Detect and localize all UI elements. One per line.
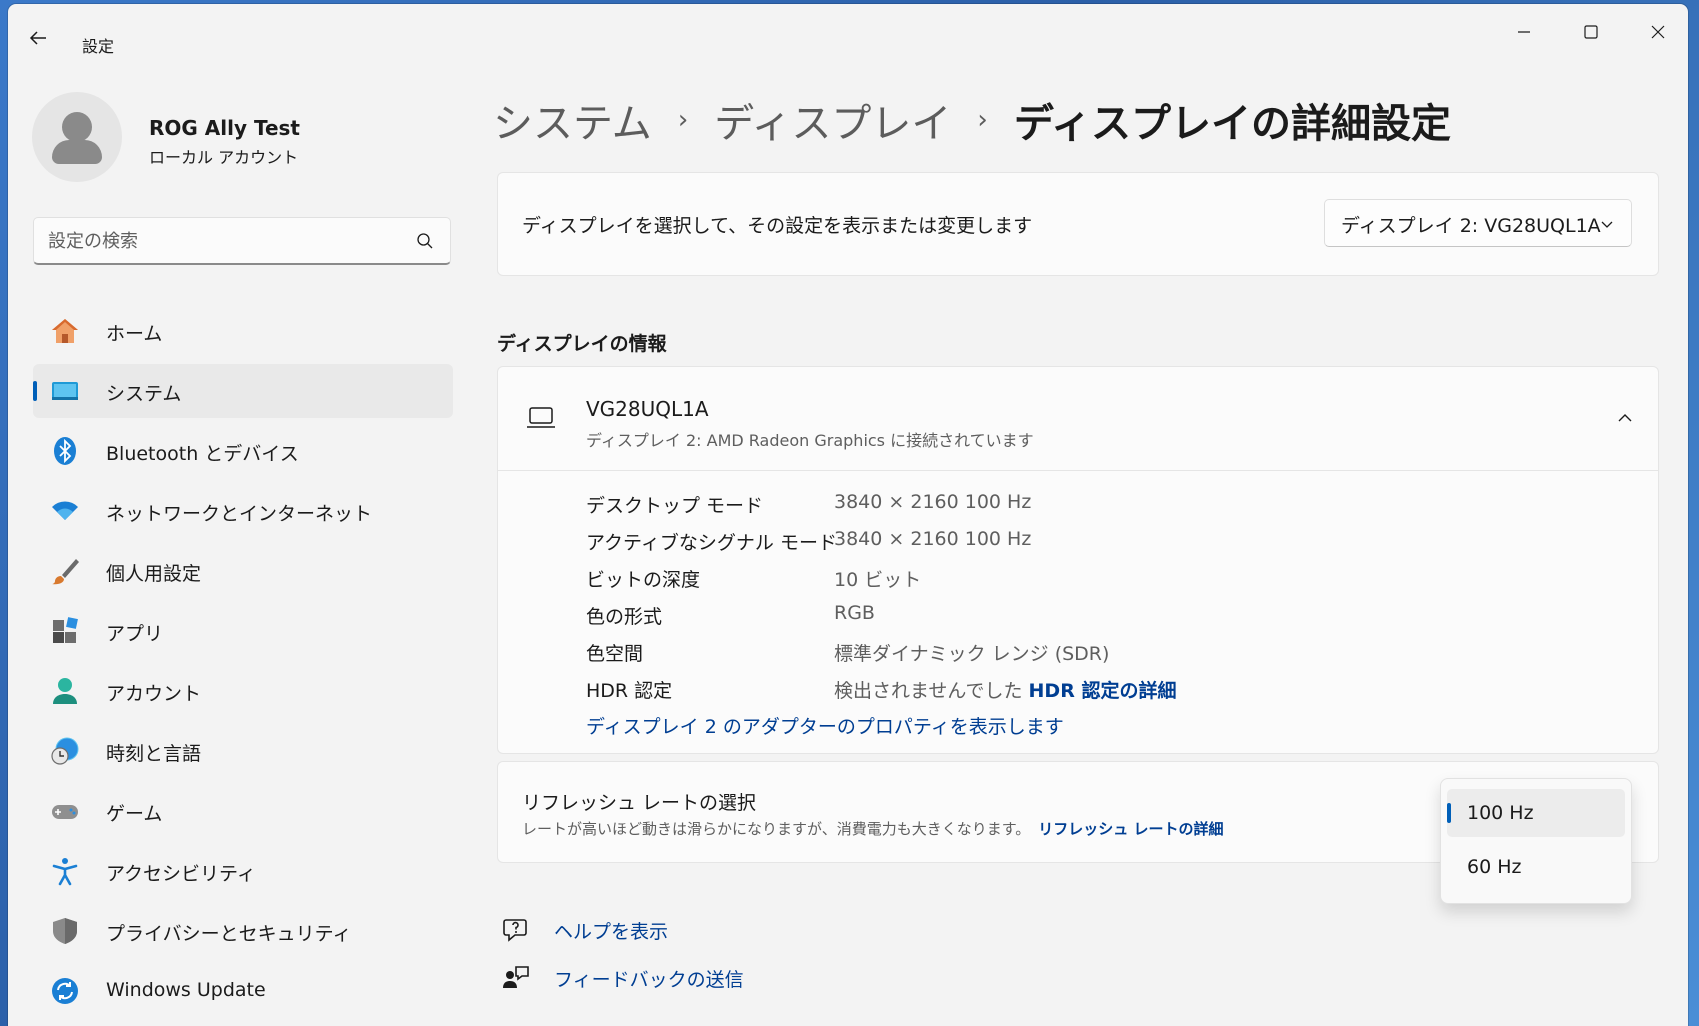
display-info-heading: ディスプレイの情報	[497, 333, 667, 355]
sidebar-item-privacy[interactable]: プライバシーとセキュリティ	[33, 904, 453, 958]
sidebar-item-gaming[interactable]: ゲーム	[33, 784, 453, 838]
search-box	[33, 217, 451, 265]
profile[interactable]: ROG Ally Test ローカル アカウント	[32, 92, 432, 182]
page-title: ディスプレイの詳細設定	[1013, 101, 1452, 147]
sidebar-item-windows-update[interactable]: Windows Update	[33, 964, 453, 1018]
refresh-rate-details-link[interactable]: リフレッシュ レートの詳細	[1038, 820, 1223, 838]
shield-icon	[53, 918, 77, 944]
sidebar-item-home[interactable]: ホーム	[33, 304, 453, 358]
avatar-body	[52, 140, 102, 164]
back-button[interactable]	[28, 28, 56, 56]
chevron-down-icon	[1601, 221, 1613, 228]
breadcrumb-display[interactable]: ディスプレイ	[714, 91, 951, 149]
sidebar-item-accessibility[interactable]: アクセシビリティ	[33, 844, 453, 898]
sidebar-item-apps[interactable]: アプリ	[33, 604, 453, 658]
home-icon	[52, 319, 78, 343]
monitor-name: VG28UQL1A	[586, 397, 709, 421]
app-title: 設定	[82, 37, 115, 56]
brush-icon	[52, 559, 79, 585]
chevron-right-icon: ›	[677, 105, 689, 135]
chevron-right-icon: ›	[977, 105, 988, 135]
refresh-option-100hz[interactable]: 100 Hz	[1447, 789, 1625, 837]
wifi-icon	[52, 501, 78, 520]
gamepad-icon	[52, 805, 78, 819]
laptop-icon	[527, 407, 555, 428]
settings-window: 設定 ROG Ally Test ローカル アカウント ホーム システム	[8, 4, 1688, 1026]
refresh-rate-description: レートが高いほど動きは滑らかになりますが、消費電力も大きくなります。	[522, 820, 1031, 838]
help-icon	[503, 919, 527, 942]
search-icon[interactable]	[416, 232, 434, 250]
profile-name: ROG Ally Test	[149, 116, 300, 140]
account-icon	[53, 678, 77, 704]
profile-account-type: ローカル アカウント	[149, 148, 299, 167]
help-link[interactable]: ヘルプを表示	[554, 917, 668, 944]
back-arrow-icon	[29, 31, 46, 45]
accessibility-icon	[52, 858, 78, 886]
refresh-option-60hz[interactable]: 60 Hz	[1447, 843, 1625, 891]
sidebar-item-accounts[interactable]: アカウント	[33, 664, 453, 718]
close-icon	[1651, 25, 1665, 39]
avatar-head	[62, 112, 92, 142]
display-select-label: ディスプレイを選択して、その設定を表示または変更します	[522, 215, 1033, 237]
display-dropdown-value: ディスプレイ 2: VG28UQL1A	[1341, 215, 1601, 237]
minimize-button[interactable]	[1494, 14, 1554, 50]
chevron-up-icon[interactable]	[1616, 409, 1634, 427]
display-info-header[interactable]: VG28UQL1A ディスプレイ 2: AMD Radeon Graphics …	[498, 367, 1658, 471]
sidebar-item-network[interactable]: ネットワークとインターネット	[33, 484, 453, 538]
breadcrumb-system[interactable]: システム	[493, 91, 652, 149]
monitor-connection: ディスプレイ 2: AMD Radeon Graphics に接続されています	[586, 431, 1034, 450]
update-icon	[52, 978, 78, 1004]
maximize-icon	[1584, 25, 1598, 39]
sidebar-item-system[interactable]: システム	[33, 364, 453, 418]
feedback-link-row[interactable]: フィードバックの送信	[502, 962, 744, 994]
system-icon	[52, 382, 78, 400]
sidebar-item-bluetooth[interactable]: Bluetooth とデバイス	[33, 424, 453, 478]
search-input[interactable]	[48, 226, 408, 256]
sidebar-item-time-language[interactable]: 時刻と言語	[33, 724, 453, 778]
apps-icon	[53, 617, 78, 643]
maximize-button[interactable]	[1561, 14, 1621, 50]
bluetooth-icon	[54, 437, 76, 465]
breadcrumb: システム › ディスプレイ › ディスプレイの詳細設定	[493, 92, 1451, 148]
time-language-icon	[51, 737, 79, 765]
display-select-card: ディスプレイを選択して、その設定を表示または変更します ディスプレイ 2: VG…	[497, 172, 1659, 276]
adapter-properties-link[interactable]: ディスプレイ 2 のアダプターのプロパティを表示します	[586, 712, 1064, 739]
refresh-rate-dropdown-menu: 100 Hz 60 Hz	[1440, 778, 1632, 904]
display-dropdown[interactable]: ディスプレイ 2: VG28UQL1A	[1324, 199, 1632, 247]
refresh-rate-title: リフレッシュ レートの選択	[522, 792, 757, 814]
hdr-status: 検出されませんでした	[834, 680, 1023, 702]
feedback-icon	[503, 966, 529, 988]
display-info-card: VG28UQL1A ディスプレイ 2: AMD Radeon Graphics …	[497, 366, 1659, 754]
title-bar: 設定	[8, 4, 1688, 64]
avatar	[32, 92, 122, 182]
help-link-row[interactable]: ヘルプを表示	[502, 914, 668, 946]
minimize-icon	[1518, 31, 1530, 33]
hdr-details-link[interactable]: HDR 認定の詳細	[1029, 680, 1177, 702]
sidebar-item-personalization[interactable]: 個人用設定	[33, 544, 453, 598]
close-button[interactable]	[1628, 14, 1688, 50]
feedback-link[interactable]: フィードバックの送信	[554, 965, 744, 992]
sidebar-nav: ホーム システム Bluetooth とデバイス ネットワークとインターネット …	[33, 304, 453, 1024]
